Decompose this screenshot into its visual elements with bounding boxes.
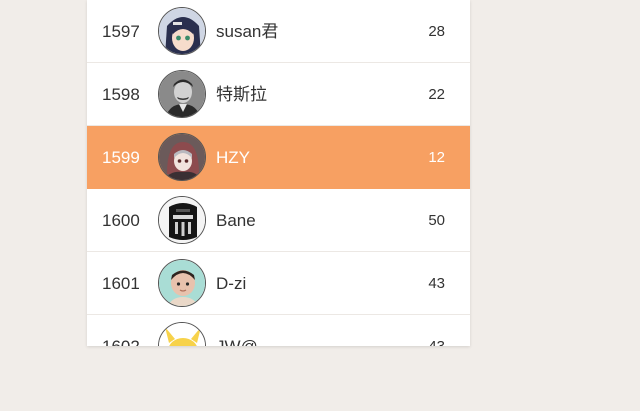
player-name: JW@... [216, 315, 272, 346]
player-score: 50 [428, 212, 445, 229]
child-photo-avatar[interactable] [158, 259, 206, 307]
leaderboard-list: 1597 susan君 28 1598 特斯拉 22 1599 HZY 12 1… [87, 0, 470, 346]
player-score: 43 [428, 275, 445, 292]
anime-hooded-avatar[interactable] [158, 133, 206, 181]
bane-mask-avatar[interactable] [158, 196, 206, 244]
leaderboard-row[interactable]: 1597 susan君 28 [87, 0, 470, 63]
player-score: 12 [428, 149, 445, 166]
player-score: 22 [428, 86, 445, 103]
rank-number: 1598 [102, 85, 140, 104]
player-name: D-zi [216, 274, 247, 293]
rank-number: 1600 [102, 211, 140, 230]
anime-girl-avatar[interactable] [158, 7, 206, 55]
player-name: 特斯拉 [216, 85, 267, 104]
leaderboard-row[interactable]: 1600 Bane 50 [87, 189, 470, 252]
leaderboard-row[interactable]: 1598 特斯拉 22 [87, 63, 470, 126]
player-score: 28 [428, 23, 445, 40]
man-portrait-avatar[interactable] [158, 70, 206, 118]
rank-number: 1597 [102, 22, 140, 41]
player-name: susan君 [216, 22, 279, 41]
rank-number: 1602 [102, 315, 140, 346]
leaderboard-row[interactable]: 1602 JW@... 43 [87, 315, 470, 346]
rank-number: 1599 [102, 148, 140, 167]
rank-number: 1601 [102, 274, 140, 293]
pikachu-avatar[interactable] [158, 322, 206, 346]
player-name: HZY [216, 148, 250, 167]
player-name: Bane [216, 211, 256, 230]
leaderboard-row[interactable]: 1601 D-zi 43 [87, 252, 470, 315]
leaderboard-row-current-user[interactable]: 1599 HZY 12 [87, 126, 470, 189]
player-score: 43 [428, 315, 445, 346]
